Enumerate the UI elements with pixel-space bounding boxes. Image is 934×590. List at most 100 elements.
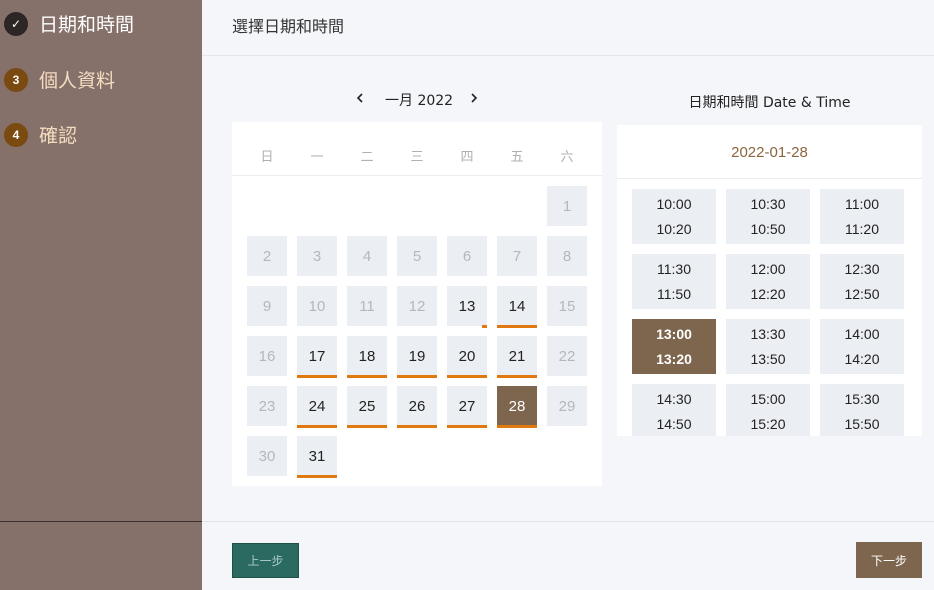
day-number: 11 <box>359 297 375 315</box>
calendar-day[interactable]: 17 <box>297 336 337 378</box>
slot-start-time: 10:30 <box>750 195 786 212</box>
calendar-day: 22 <box>547 336 587 376</box>
day-number: 16 <box>258 347 276 365</box>
calendar-day[interactable]: 31 <box>297 436 337 478</box>
prev-step-button[interactable]: 上一步 <box>232 543 299 578</box>
weekday-header: 六 <box>560 150 574 165</box>
calendar-day[interactable]: 27 <box>447 386 487 428</box>
availability-marker <box>297 375 337 378</box>
day-number: 10 <box>308 297 326 315</box>
slot-start-time: 13:00 <box>656 325 692 342</box>
day-number: 17 <box>308 347 326 365</box>
day-number: 2 <box>262 247 272 265</box>
availability-marker <box>397 425 437 428</box>
time-slot[interactable]: 10:30 10:50 <box>726 189 810 244</box>
weekday-header: 三 <box>410 150 424 165</box>
time-slot[interactable]: 10:00 10:20 <box>632 189 716 244</box>
time-slot[interactable]: 14:00 14:20 <box>820 319 904 374</box>
time-slot-selected[interactable]: 13:00 13:20 <box>632 319 716 374</box>
day-number: 6 <box>462 247 472 265</box>
time-slot[interactable]: 12:00 12:20 <box>726 254 810 309</box>
slot-end-time: 10:20 <box>656 220 692 237</box>
next-month-button[interactable] <box>464 88 484 108</box>
time-slot[interactable]: 12:30 12:50 <box>820 254 904 309</box>
step-label: 確認 <box>39 125 78 147</box>
time-slot[interactable]: 13:30 13:50 <box>726 319 810 374</box>
weekday-header: 日 <box>260 150 274 165</box>
slot-start-time: 11:00 <box>845 195 879 212</box>
calendar-day: 16 <box>247 336 287 376</box>
day-number: 18 <box>358 347 376 365</box>
calendar: 日一二三四五六 1 2 3 4 5 6 7 8 9 10 11 12 13 14 15 16 17 18 19 20 21… <box>232 122 602 486</box>
slot-end-time: 13:20 <box>656 350 692 367</box>
calendar-day[interactable]: 18 <box>347 336 387 378</box>
availability-marker <box>297 475 337 478</box>
step-number-badge: 3 <box>4 67 28 92</box>
prev-month-button[interactable] <box>350 88 370 108</box>
step-label: 日期和時間 <box>39 14 135 36</box>
slot-end-time: 14:20 <box>844 350 880 367</box>
day-number: 12 <box>408 297 426 315</box>
availability-marker <box>447 425 487 428</box>
day-number: 19 <box>408 347 426 365</box>
calendar-day[interactable]: 21 <box>497 336 537 378</box>
slot-end-time: 12:50 <box>844 285 880 302</box>
time-slot[interactable]: 14:30 14:50 <box>632 384 716 436</box>
calendar-day: 30 <box>247 436 287 476</box>
calendar-day: 1 <box>547 186 587 226</box>
availability-marker <box>497 325 537 328</box>
calendar-day[interactable]: 25 <box>347 386 387 428</box>
calendar-day: 3 <box>297 236 337 276</box>
calendar-day[interactable]: 13 <box>447 286 487 328</box>
page-title: 選擇日期和時間 <box>232 17 345 36</box>
day-number: 15 <box>558 297 576 315</box>
time-slot[interactable]: 15:00 15:20 <box>726 384 810 436</box>
time-slot[interactable]: 15:30 15:50 <box>820 384 904 436</box>
time-slot[interactable]: 11:00 11:20 <box>820 189 904 244</box>
calendar-day: 9 <box>247 286 287 326</box>
availability-marker <box>482 325 487 328</box>
day-number: 25 <box>358 397 376 415</box>
availability-marker <box>397 375 437 378</box>
calendar-day-selected[interactable]: 28 <box>497 386 537 428</box>
step-personal-info[interactable]: 3 個人資料 <box>4 66 115 93</box>
calendar-day: 12 <box>397 286 437 326</box>
step-date-time[interactable]: ✓ 日期和時間 <box>4 10 134 37</box>
day-number: 3 <box>312 247 322 265</box>
availability-marker <box>347 375 387 378</box>
day-number: 8 <box>562 247 572 265</box>
next-step-button[interactable]: 下一步 <box>856 542 922 578</box>
day-number: 22 <box>558 347 576 365</box>
times-heading: 日期和時間 Date & Time <box>688 95 851 111</box>
calendar-day[interactable]: 14 <box>497 286 537 328</box>
calendar-day[interactable]: 26 <box>397 386 437 428</box>
check-icon: ✓ <box>4 11 28 36</box>
calendar-day: 2 <box>247 236 287 276</box>
availability-marker <box>497 425 537 428</box>
calendar-day[interactable]: 24 <box>297 386 337 428</box>
time-slot[interactable]: 11:30 11:50 <box>632 254 716 309</box>
slot-start-time: 11:30 <box>657 260 691 277</box>
calendar-day[interactable]: 20 <box>447 336 487 378</box>
times-divider <box>617 178 922 179</box>
step-confirm[interactable]: 4 確認 <box>4 121 77 148</box>
day-number: 1 <box>562 197 572 215</box>
weekday-header: 一 <box>310 150 324 165</box>
calendar-day: 7 <box>497 236 537 276</box>
footer-divider <box>202 521 934 522</box>
day-number: 29 <box>558 397 576 415</box>
sidebar-divider <box>0 521 202 522</box>
slot-end-time: 10:50 <box>750 220 786 237</box>
weekday-header: 五 <box>510 150 524 165</box>
day-number: 30 <box>258 447 276 465</box>
slot-end-time: 11:50 <box>657 285 691 302</box>
weekday-header: 二 <box>360 150 374 165</box>
day-number: 26 <box>408 397 426 415</box>
day-number: 27 <box>458 397 476 415</box>
step-number-badge: 4 <box>4 122 28 147</box>
day-number: 14 <box>508 297 526 315</box>
availability-marker <box>497 375 537 378</box>
calendar-day[interactable]: 19 <box>397 336 437 378</box>
slot-end-time: 14:50 <box>656 415 692 432</box>
availability-marker <box>447 375 487 378</box>
